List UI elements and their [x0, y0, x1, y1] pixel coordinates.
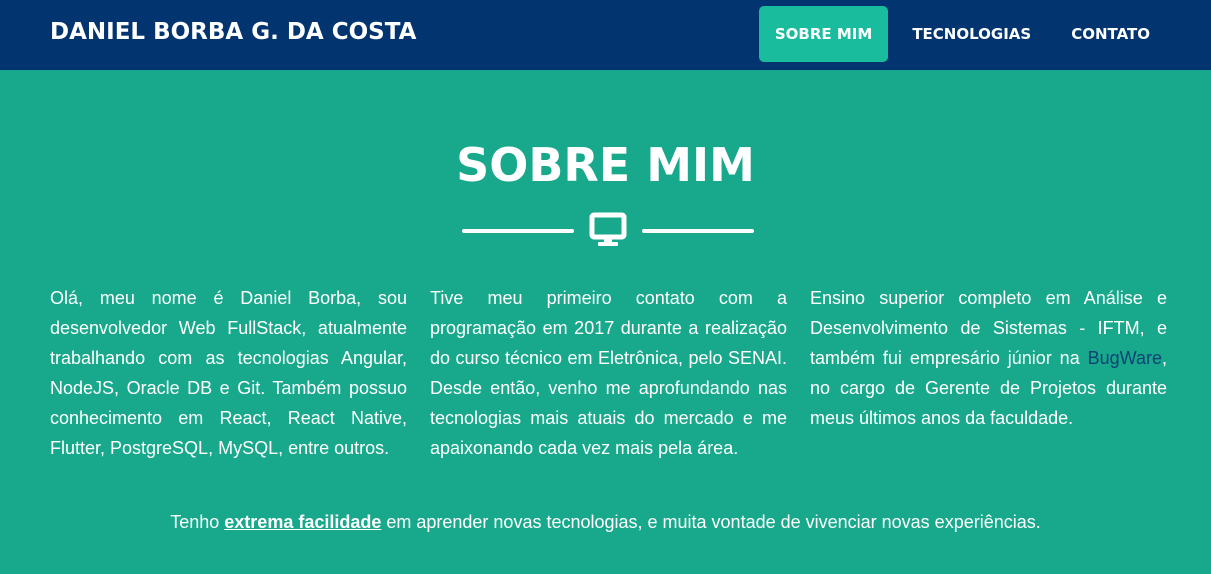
site-brand[interactable]: DANIEL BORBA G. DA COSTA	[50, 19, 416, 45]
about-tagline: Tenho extrema facilidade em aprender nov…	[0, 507, 1211, 537]
nav-link-sobre-mim[interactable]: SOBRE MIM	[758, 6, 889, 62]
nav-links: SOBRE MIM TECNOLOGIAS CONTATO	[751, 6, 1166, 62]
tagline-end: em aprender novas tecnologias, e muita v…	[381, 512, 1041, 532]
tagline-emphasis: extrema facilidade	[224, 512, 382, 532]
divider-line-left	[462, 229, 574, 233]
monitor-icon	[589, 212, 627, 246]
bugware-link[interactable]: BugWare	[1088, 348, 1162, 368]
about-paragraph-intro: Olá, meu nome é Daniel Borba, sou desenv…	[50, 288, 407, 458]
section-title: SOBRE MIM	[456, 138, 755, 192]
title-divider	[462, 212, 754, 248]
about-paragraph-education: Ensino superior completo em Análise e De…	[810, 283, 1167, 433]
nav-link-contato[interactable]: CONTATO	[1055, 6, 1166, 62]
divider-line-right	[642, 229, 754, 233]
top-navbar: DANIEL BORBA G. DA COSTA SOBRE MIM TECNO…	[0, 0, 1211, 70]
about-paragraph-history: Tive meu primeiro contato com a programa…	[430, 288, 787, 458]
tagline-start: Tenho	[170, 512, 225, 532]
nav-link-tecnologias[interactable]: TECNOLOGIAS	[896, 6, 1047, 62]
